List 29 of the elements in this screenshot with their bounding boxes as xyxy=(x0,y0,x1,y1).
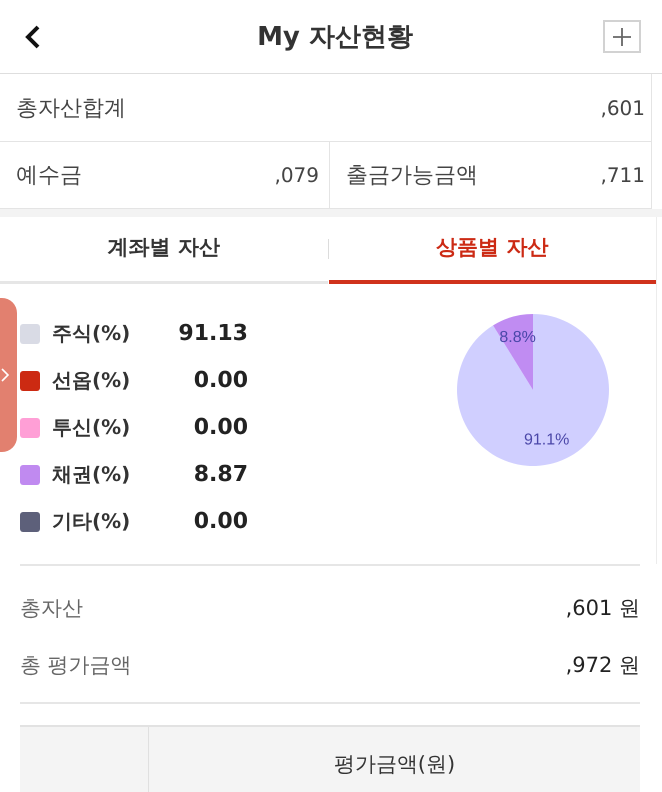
legend-value: 8.87 xyxy=(194,462,248,487)
summary-label: 예수금 xyxy=(16,162,82,190)
summary-value: ,711 xyxy=(600,163,645,187)
legend-label: 투신(%) xyxy=(52,414,130,441)
back-chevron-icon xyxy=(24,24,42,48)
legend-label: 채권(%) xyxy=(52,461,130,488)
legend-value: 0.00 xyxy=(194,415,248,440)
total-label: 총 평가금액 xyxy=(20,652,132,678)
side-drawer-handle[interactable] xyxy=(0,298,17,452)
plus-icon xyxy=(613,26,631,46)
page-title: My 자산현황 xyxy=(257,21,413,54)
chevron-right-icon xyxy=(1,368,9,382)
legend-label: 선옵(%) xyxy=(52,367,130,394)
total-value: ,972 원 xyxy=(566,652,640,678)
total-label: 총자산 xyxy=(20,594,83,622)
back-button[interactable] xyxy=(24,24,42,48)
legend-value: 91.13 xyxy=(178,321,248,346)
add-button[interactable] xyxy=(603,20,641,53)
summary-label: 출금가능금액 xyxy=(346,162,478,190)
legend-label: 기타(%) xyxy=(52,508,130,535)
legend-label: 주식(%) xyxy=(52,320,130,347)
total-value: ,601 원 xyxy=(566,594,640,622)
summary-label: 총자산합계 xyxy=(16,94,126,122)
slice-label: 91.1% xyxy=(524,431,570,448)
column-header: 평가금액(원) xyxy=(334,751,456,778)
summary-value: ,079 xyxy=(274,163,319,187)
legend-value: 0.00 xyxy=(194,509,248,534)
legend-value: 0.00 xyxy=(194,368,248,393)
summary-value: ,601 xyxy=(600,96,645,120)
